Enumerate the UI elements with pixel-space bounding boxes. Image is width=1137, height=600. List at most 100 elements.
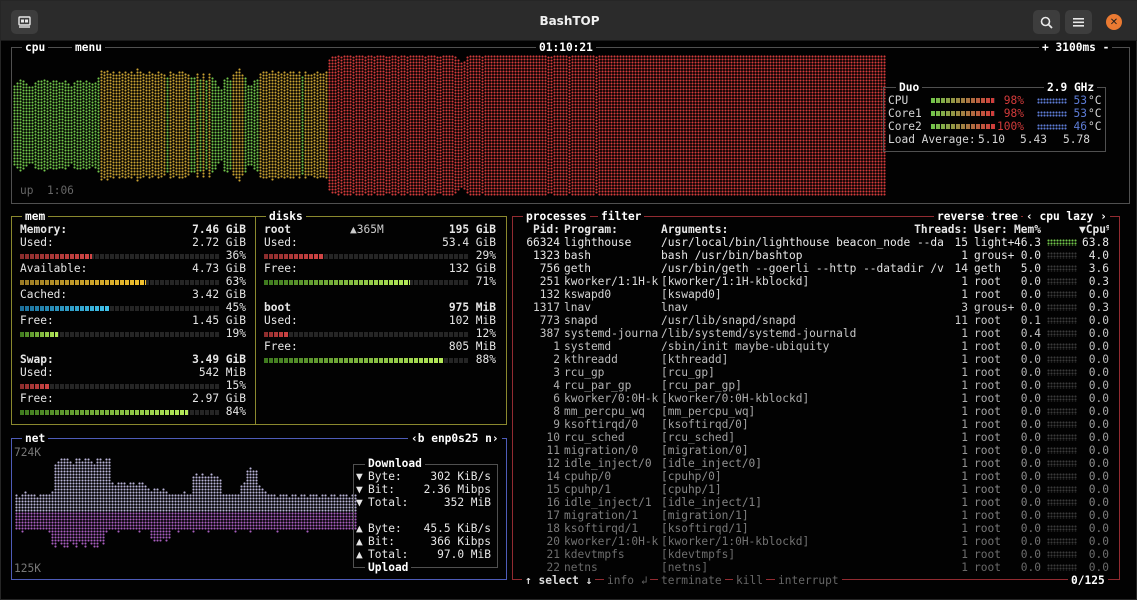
process-user: geth <box>974 262 1001 275</box>
process-program: idle_inject/0 <box>564 457 652 470</box>
tree-button[interactable]: tree <box>988 210 1021 223</box>
core-name: Core2 <box>888 120 922 133</box>
process-user: root <box>974 340 1001 353</box>
kill-button[interactable]: kill <box>733 574 766 587</box>
disk-used-bar <box>264 332 289 337</box>
update-interval[interactable]: + 3100ms - <box>1039 41 1113 54</box>
column-header-cpu[interactable]: ▼Cpu% <box>1079 223 1109 236</box>
load-average-label: Load Average: <box>888 133 976 146</box>
process-pid: 66324 <box>526 236 560 249</box>
process-user: light+ <box>974 236 1014 249</box>
select-control[interactable]: ↑ select ↓ <box>522 574 596 587</box>
process-args: /sbin/init maybe-ubiquity <box>661 340 830 353</box>
process-cpu: 0.3 <box>1088 275 1109 288</box>
process-row[interactable]: 20 kworker/1:0H-kb [kworker/1:0H-kblockd] 1… <box>516 535 1111 548</box>
process-row[interactable]: 21 kdevtmpfs [kdevtmpfs] 1 root 0.0 0.0 <box>516 548 1111 561</box>
process-row[interactable]: 9 ksoftirqd/0 [ksoftirqd/0] 1 root 0.0 0.0 <box>516 418 1111 431</box>
process-row[interactable]: 12 idle_inject/0 [idle_inject/0] 1 root 0.0 0.… <box>516 457 1111 470</box>
process-row[interactable]: 3 rcu_gp [rcu_gp] 1 root 0.0 0.0 <box>516 366 1111 379</box>
process-row[interactable]: 2 kthreadd [kthreadd] 1 root 0.0 0.0 <box>516 353 1111 366</box>
process-mem: 0.0 <box>1020 405 1041 418</box>
process-args: /usr/lib/snapd/snapd <box>661 314 796 327</box>
search-button[interactable] <box>1033 10 1060 34</box>
interval-plus[interactable]: + <box>1042 41 1049 54</box>
process-user: root <box>974 431 1001 444</box>
process-pid: 3 <box>553 366 560 379</box>
swap-row-value: 2.97 GiB <box>192 392 246 405</box>
net-interface-selector[interactable]: ‹b enp0s25 n› <box>408 432 502 445</box>
process-mem: 0.0 <box>1020 496 1041 509</box>
column-header-program[interactable]: Program: <box>564 223 659 236</box>
window-title: BashTOP <box>539 14 600 28</box>
sort-selector[interactable]: ‹ cpu lazy › <box>1023 210 1110 223</box>
process-row[interactable]: 16 idle_inject/1 [idle_inject/1] 1 root 0.0 0.… <box>516 496 1111 509</box>
process-row[interactable]: 1323 bash bash /usr/bin/bashtop 1 grous+ 0.0 4… <box>516 249 1111 262</box>
new-tab-button[interactable] <box>11 10 38 34</box>
process-user: root <box>974 444 1001 457</box>
column-header-threads[interactable]: Threads: <box>911 223 968 236</box>
disk-used-pct: 29% <box>475 249 496 262</box>
menu-button[interactable] <box>1065 10 1092 34</box>
process-row[interactable]: 6 kworker/0:0H-kb [kworker/0:0H-kblockd] 1 r… <box>516 392 1111 405</box>
process-row[interactable]: 10 rcu_sched [rcu_sched] 1 root 0.0 0.0 <box>516 431 1111 444</box>
process-cpu-graph <box>1047 291 1077 298</box>
process-mem: 0.0 <box>1020 392 1041 405</box>
process-row[interactable]: 773 snapd/usr/lib/snapd/snapd 11 root 0.1 0.0 <box>516 314 1111 327</box>
process-row[interactable]: 18 ksoftirqd/1 [ksoftirqd/1] 1 root 0.0 0.0 <box>516 522 1111 535</box>
process-row[interactable]: 22 netns [netns] 1 root 0.0 0.0 <box>516 561 1111 574</box>
process-user: root <box>974 470 1001 483</box>
swap-pct: 15% <box>225 379 246 392</box>
select-down-icon[interactable]: ↓ <box>586 574 593 587</box>
process-row[interactable]: 132 kswapd0 [kswapd0] 1 root 0.0 0.0 <box>516 288 1111 301</box>
process-mem: 0.0 <box>1020 483 1041 496</box>
process-row[interactable]: 8 mm_percpu_wq [mm_percpu_wq] 1 root 0.0 0.0 <box>516 405 1111 418</box>
process-args: [kworker/0:0H-kblockd] <box>661 392 810 405</box>
process-mem: 0.0 <box>1020 522 1041 535</box>
process-threads: 1 <box>961 444 968 457</box>
process-row[interactable]: 11 migration/0 [migration/0] 1 root 0.0 0.0 <box>516 444 1111 457</box>
process-pid: 251 <box>539 275 560 288</box>
process-row[interactable]: 17 migration/1 [migration/1] 1 root 0.0 0.0 <box>516 509 1111 522</box>
process-row[interactable]: 1 systemd/sbin/init maybe-ubiquity 1 root 0.… <box>516 340 1111 353</box>
process-threads: 1 <box>961 548 968 561</box>
process-row[interactable]: 15 cpuhp/1 [cpuhp/1] 1 root 0.0 0.0 <box>516 483 1111 496</box>
net-stat-arrow: ▼ <box>356 470 363 483</box>
info-button[interactable]: info ↲ <box>604 574 651 587</box>
process-user: root <box>974 535 1001 548</box>
close-button[interactable]: ✕ <box>1106 14 1122 30</box>
process-row[interactable]: 14 cpuhp/0 [cpuhp/0] 1 root 0.0 0.0 <box>516 470 1111 483</box>
column-header-user[interactable]: User: <box>974 223 1014 236</box>
process-args: [rcu_gp] <box>661 366 715 379</box>
select-up-icon[interactable]: ↑ <box>525 574 532 587</box>
net-stat-arrow: ▲ <box>356 548 363 561</box>
process-cpu-graph <box>1047 421 1077 428</box>
core-load-bar <box>931 98 994 103</box>
terminate-button[interactable]: terminate <box>658 574 725 587</box>
process-row[interactable]: 387 systemd-journal/lib/systemd/systemd-j… <box>516 327 1111 340</box>
column-header-pid[interactable]: Pid: <box>516 223 560 236</box>
process-row[interactable]: 66324 lighthouse/usr/local/bin/lighthouse… <box>516 236 1111 249</box>
interrupt-button[interactable]: interrupt <box>775 574 842 587</box>
interval-minus[interactable]: - <box>1103 41 1110 54</box>
load-average: Load Average: <box>888 133 976 146</box>
reverse-button[interactable]: reverse <box>934 210 988 223</box>
process-row[interactable]: 756 geth/usr/bin/geth --goerli --http --d… <box>516 262 1111 275</box>
column-header-mem[interactable]: Mem% <box>1013 223 1041 236</box>
process-pid: 10 <box>546 431 560 444</box>
process-pid: 21 <box>546 548 560 561</box>
process-program: lnav <box>564 301 591 314</box>
process-threads: 1 <box>961 405 968 418</box>
terminal-window: BashTOP ✕ cpu menu 01:10:21 + 3100ms - u… <box>0 0 1137 600</box>
net-stat-arrow: ▲ <box>356 522 363 535</box>
process-user: root <box>974 275 1001 288</box>
disk-used-value: 102 MiB <box>448 314 496 327</box>
cpu-model: Duo <box>896 81 923 94</box>
process-row[interactable]: 4 rcu_par_gp [rcu_par_gp] 1 root 0.0 0.0 <box>516 379 1111 392</box>
column-header-args[interactable]: Arguments: <box>661 223 944 236</box>
process-row[interactable]: 251 kworker/1:1H-kb [kworker/1:1H-kblockd]… <box>516 275 1111 288</box>
process-user: root <box>974 561 1001 574</box>
filter-button[interactable]: filter <box>598 210 645 223</box>
process-program: ksoftirqd/1 <box>564 522 639 535</box>
mem-bar <box>20 306 110 311</box>
process-row[interactable]: 1317 lnav lnav 3 grous+ 0.0 0.3 <box>516 301 1111 314</box>
